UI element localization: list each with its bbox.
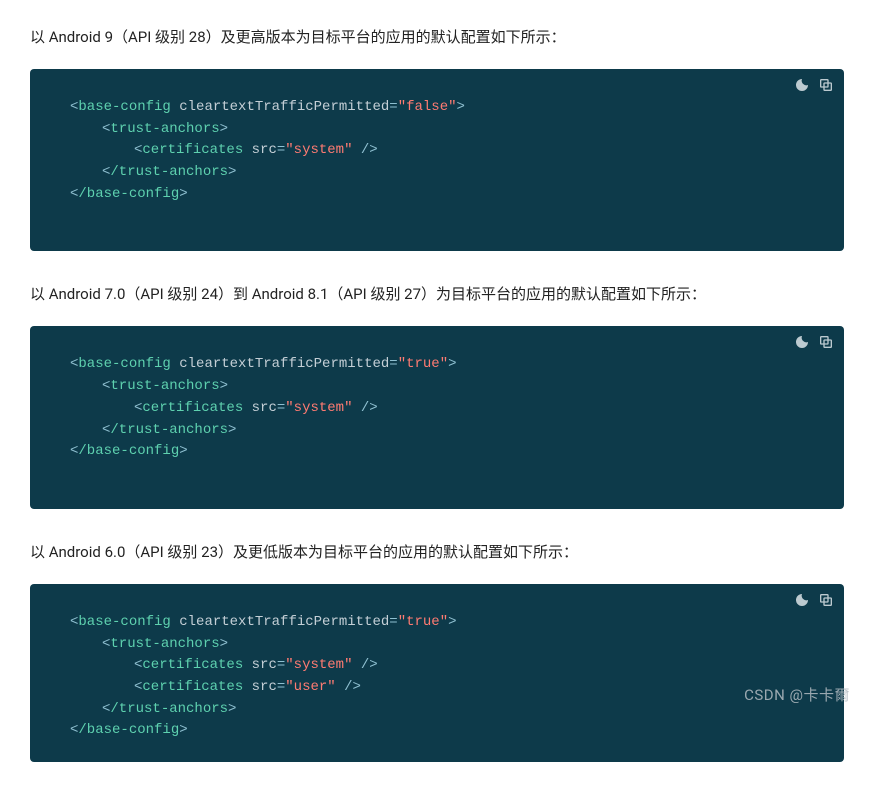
code-line: <certificates src="system" /> (134, 398, 804, 420)
code-line: </base-config> (70, 184, 804, 206)
code-line: <base-config cleartextTrafficPermitted="… (70, 97, 804, 119)
code-line: <trust-anchors> (102, 634, 804, 656)
code-line: <trust-anchors> (102, 119, 804, 141)
code-line: </trust-anchors> (102, 420, 804, 442)
code-line: <certificates src="user" /> (134, 677, 804, 699)
code-line: <base-config cleartextTrafficPermitted="… (70, 354, 804, 376)
code-line: </base-config> (70, 441, 804, 463)
code-line: </base-config> (70, 720, 804, 742)
caption-2: 以 Android 7.0（API 级别 24）到 Android 8.1（AP… (30, 281, 844, 308)
copy-icon[interactable] (818, 77, 834, 93)
code-line: <certificates src="system" /> (134, 140, 804, 162)
theme-icon[interactable] (794, 77, 810, 93)
code-block-2: <base-config cleartextTrafficPermitted="… (30, 326, 844, 508)
code-block-1: <base-config cleartextTrafficPermitted="… (30, 69, 844, 251)
code-line: <certificates src="system" /> (134, 655, 804, 677)
copy-icon[interactable] (818, 334, 834, 350)
theme-icon[interactable] (794, 592, 810, 608)
caption-1: 以 Android 9（API 级别 28）及更高版本为目标平台的应用的默认配置… (30, 24, 844, 51)
theme-icon[interactable] (794, 334, 810, 350)
code-line: <base-config cleartextTrafficPermitted="… (70, 612, 804, 634)
code-line: </trust-anchors> (102, 162, 804, 184)
code-block-3: <base-config cleartextTrafficPermitted="… (30, 584, 844, 762)
code-line: <trust-anchors> (102, 376, 804, 398)
code-line: </trust-anchors> (102, 699, 804, 721)
caption-3: 以 Android 6.0（API 级别 23）及更低版本为目标平台的应用的默认… (30, 539, 844, 566)
copy-icon[interactable] (818, 592, 834, 608)
